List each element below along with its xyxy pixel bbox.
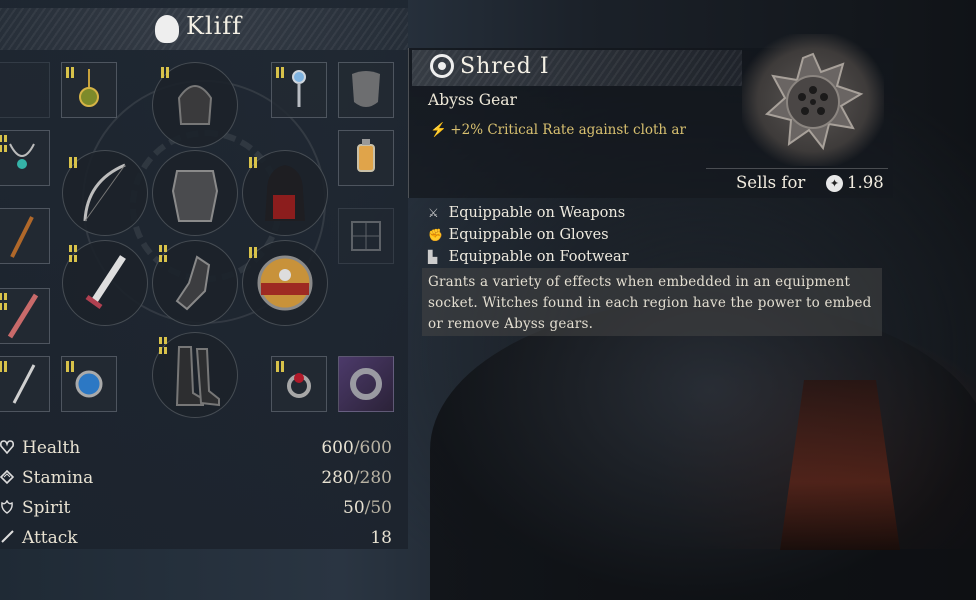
dagger-icon [12, 364, 36, 404]
slot-dagger[interactable] [0, 356, 50, 412]
upgrade-pips [66, 67, 74, 78]
stat-spirit: Spirit 50/50 [0, 496, 396, 524]
upgrade-pips [159, 337, 167, 354]
equippable-weapons: ⚔ Equippable on Weapons [428, 205, 625, 221]
sword-icon [1, 530, 14, 543]
claw-icon: ⚡ [430, 122, 447, 138]
stat-label: Stamina [22, 468, 94, 488]
item-effect: ⚡ +2% Critical Rate against cloth ar [430, 122, 720, 140]
slot-necklace[interactable] [0, 130, 50, 186]
slot-empty[interactable] [338, 208, 394, 264]
stamina-icon [0, 470, 14, 484]
cloak-icon [265, 165, 305, 221]
upgrade-pips [159, 245, 167, 262]
abyss-gear-icon [430, 54, 454, 78]
slot-gauntlets[interactable] [152, 240, 238, 326]
weapons-icon: ⚔ [428, 206, 439, 220]
upgrade-pips [69, 157, 77, 168]
necklace-icon [9, 143, 35, 169]
character-name: Kliff [186, 12, 243, 40]
stat-attack: Attack 18 [0, 526, 396, 554]
sword-icon [85, 255, 126, 310]
footwear-icon: ▙ [428, 250, 438, 264]
sells-label: Sells for [736, 173, 806, 192]
amulet-icon [79, 69, 99, 107]
bracelet-icon [350, 368, 382, 400]
item-effect-text: +2% Critical Rate against cloth ar [450, 122, 686, 138]
slot-cloak[interactable] [242, 150, 328, 236]
stat-value: 18 [370, 528, 392, 548]
slot-chest-armor[interactable] [152, 150, 238, 236]
spiked-gear-icon [764, 52, 864, 151]
item-artwork [742, 34, 884, 166]
upgrade-pips [161, 67, 169, 78]
gauntlet-icon [175, 255, 211, 311]
slot-pendant-blue[interactable] [271, 62, 327, 118]
slot-helmet[interactable] [152, 62, 238, 148]
empty-slot-icon [351, 221, 381, 251]
stat-value: 600/600 [321, 438, 392, 458]
slot-empty[interactable] [0, 62, 50, 118]
item-type: Abyss Gear [428, 91, 517, 109]
slot-bracelet[interactable] [338, 356, 394, 412]
gem-ring-icon [75, 370, 103, 398]
slot-staff[interactable] [0, 208, 50, 264]
equippable-gloves: ✊ Equippable on Gloves [428, 227, 609, 243]
item-name: Shred I [460, 54, 550, 79]
background-figure [430, 300, 976, 600]
slot-lantern[interactable] [338, 130, 394, 186]
upgrade-pips [249, 157, 257, 168]
character-portrait-icon [155, 15, 179, 43]
staff-icon [10, 216, 34, 258]
slot-boots[interactable] [152, 332, 238, 418]
coin-icon: ✦ [826, 175, 843, 192]
helmet-icon [177, 85, 213, 125]
slot-sword[interactable] [62, 240, 148, 326]
slot-ring-red[interactable] [271, 356, 327, 412]
slot-amulet-green[interactable] [61, 62, 117, 118]
slot-shield[interactable] [242, 240, 328, 326]
pendant-icon [292, 70, 306, 107]
slot-bow[interactable] [62, 150, 148, 236]
equippable-label: Equippable on Gloves [448, 227, 609, 243]
equippable-label: Equippable on Weapons [448, 205, 626, 221]
chest-armor-icon [171, 170, 219, 222]
stat-label: Health [22, 438, 81, 458]
upgrade-pips [276, 67, 284, 78]
slot-face-mask[interactable] [338, 62, 394, 118]
stat-health: Health 600/600 [0, 436, 396, 464]
slot-ring-blue[interactable] [61, 356, 117, 412]
stat-value: 50/50 [343, 498, 392, 518]
stat-value: 280/280 [321, 468, 392, 488]
bow-icon [83, 163, 126, 222]
equippable-footwear: ▙ Equippable on Footwear [428, 249, 629, 265]
spirit-icon [1, 500, 13, 514]
mask-icon [352, 71, 380, 107]
stat-label: Spirit [22, 498, 71, 518]
equippable-label: Equippable on Footwear [448, 249, 629, 265]
stat-stamina: Stamina 280/280 [0, 466, 396, 494]
slot-spear[interactable] [0, 288, 50, 344]
shield-icon [257, 255, 313, 311]
spear-icon [7, 293, 39, 339]
heart-icon [0, 440, 14, 454]
sells-value: 1.98 [847, 173, 884, 192]
gloves-icon: ✊ [428, 228, 443, 242]
lantern-icon [357, 139, 375, 172]
item-description: Grants a variety of effects when embedde… [428, 274, 872, 332]
boots-icon [175, 346, 220, 407]
ruby-ring-icon [287, 373, 311, 398]
stat-label: Attack [22, 528, 78, 548]
upgrade-pips [69, 245, 77, 262]
